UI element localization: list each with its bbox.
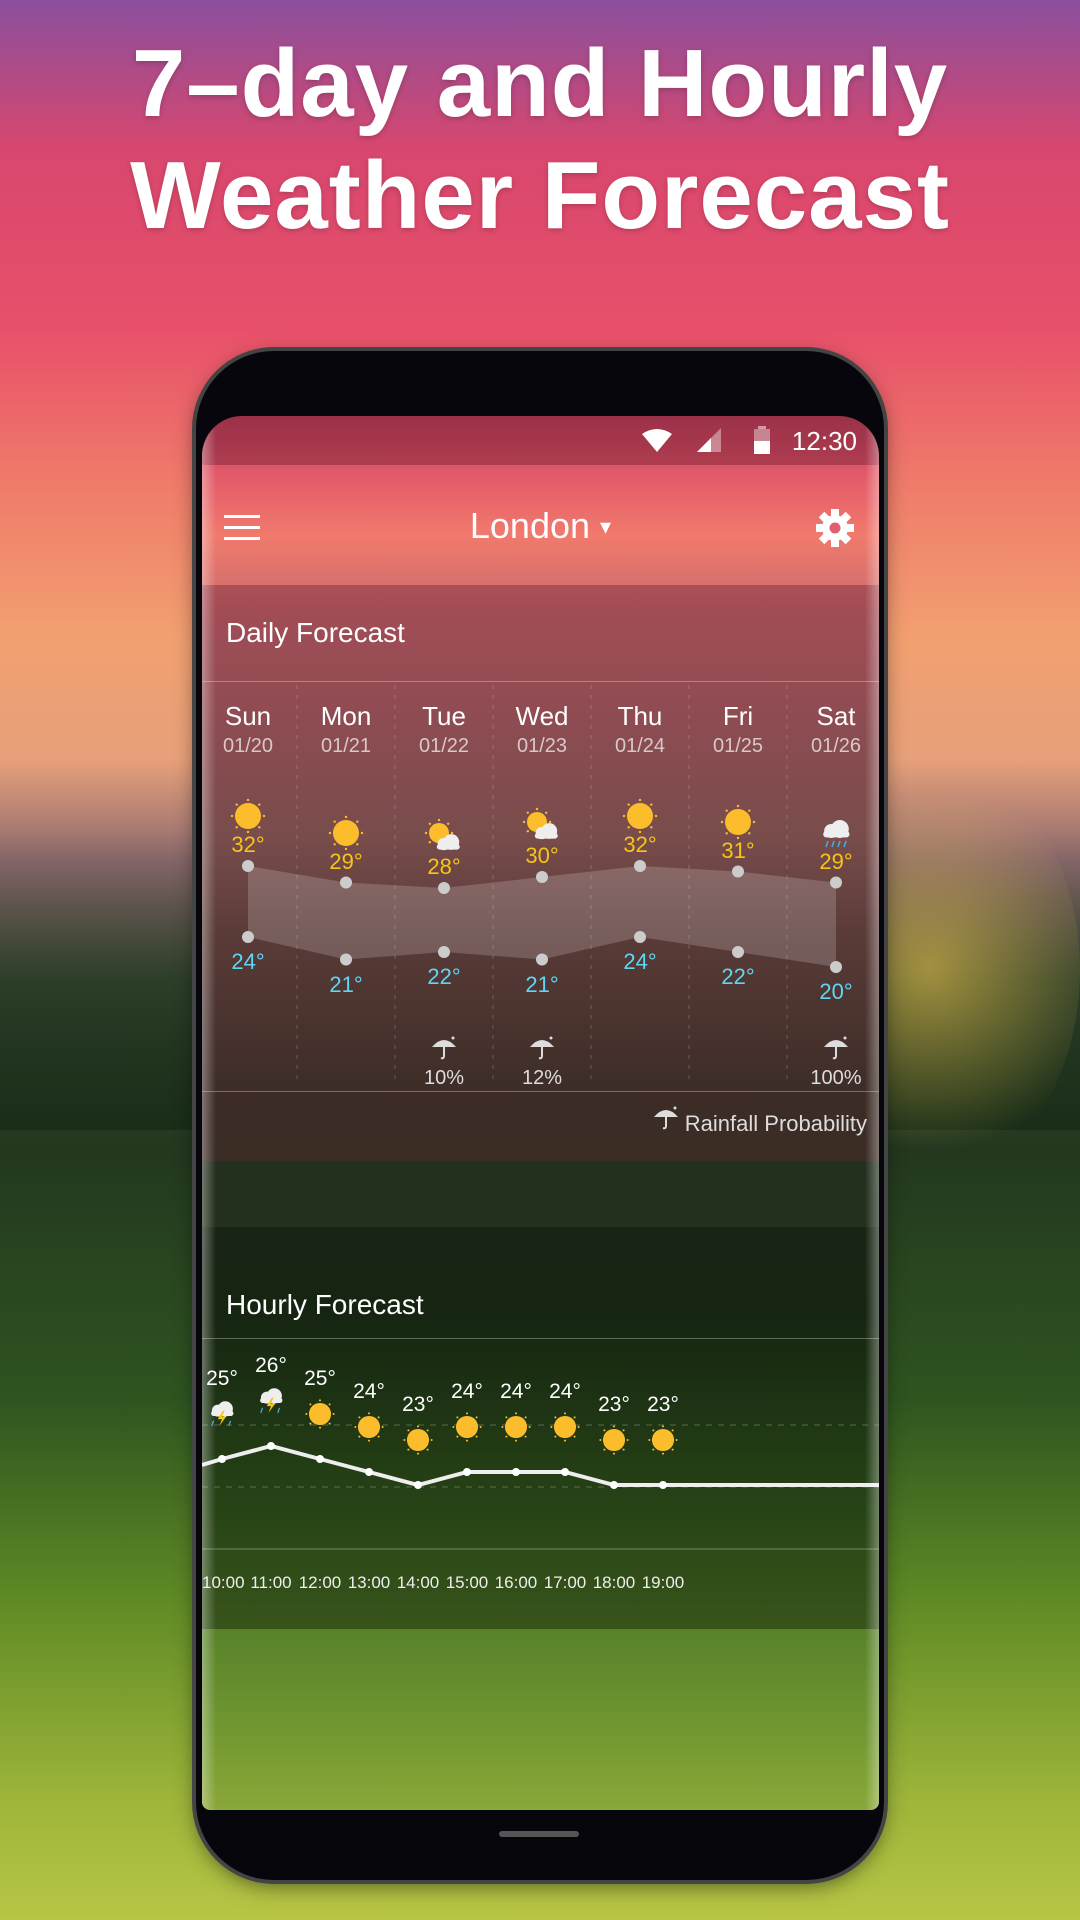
hourly-temp-point bbox=[561, 1468, 569, 1476]
low-temp-point bbox=[536, 953, 548, 966]
phone-screen: 12:30 London ▾ Daily Forecast Sun 01/20 32… bbox=[202, 416, 879, 1810]
legend-label: Rainfall Probability bbox=[684, 1111, 867, 1136]
sunny-icon bbox=[646, 1423, 680, 1462]
hourly-temp-point bbox=[316, 1455, 324, 1463]
sunny-icon bbox=[450, 1410, 484, 1449]
low-temp-point bbox=[732, 946, 744, 958]
screen-edge-right bbox=[865, 416, 879, 1810]
promo-headline: 7–day and Hourly Weather Forecast bbox=[0, 28, 1080, 252]
signal-icon bbox=[697, 428, 721, 452]
hourly-forecast-card: Hourly Forecast 25° 10:00 26° 11:00 25° 12:00… bbox=[202, 1227, 879, 1629]
screen-edge-left bbox=[202, 416, 216, 1810]
hourly-temp-point bbox=[610, 1481, 618, 1489]
hourly-temp-point bbox=[659, 1481, 667, 1489]
hourly-temperature-line bbox=[202, 1443, 879, 1488]
high-temp-point bbox=[732, 865, 744, 878]
high-temp-point bbox=[634, 860, 646, 872]
hourly-temp-point bbox=[463, 1468, 471, 1476]
hourly-time: 19:00 bbox=[641, 1573, 685, 1592]
rainfall-probability-legend: Rainfall Probability bbox=[653, 1105, 867, 1137]
low-temp-point bbox=[340, 953, 352, 966]
low-temp-point bbox=[438, 946, 450, 958]
high-temp-point bbox=[340, 876, 352, 889]
hourly-temp-point bbox=[218, 1455, 226, 1463]
hourly-temp-point bbox=[414, 1481, 422, 1489]
status-time: 12:30 bbox=[791, 426, 857, 456]
divider bbox=[202, 1091, 879, 1092]
low-temp-point bbox=[830, 961, 842, 973]
high-temp-point bbox=[242, 860, 254, 872]
wifi-icon bbox=[642, 429, 672, 452]
card-spacer bbox=[202, 1161, 879, 1227]
headline-line-1: 7–day and Hourly bbox=[131, 30, 949, 137]
daily-forecast-card: Daily Forecast Sun 01/20 32° 24° Mon 01/21 29°… bbox=[202, 585, 879, 1161]
high-temp-point bbox=[438, 882, 450, 894]
high-temp-point bbox=[536, 871, 548, 883]
headline-line-2: Weather Forecast bbox=[130, 142, 950, 249]
hourly-temp-point bbox=[512, 1468, 520, 1476]
hourly-temp: 23° bbox=[647, 1393, 679, 1416]
hourly-temp-point bbox=[267, 1442, 275, 1450]
app-bar: London ▾ bbox=[202, 465, 879, 585]
high-temp-point bbox=[830, 876, 842, 889]
umbrella-icon bbox=[653, 1106, 679, 1136]
city-selector[interactable]: London ▾ bbox=[202, 505, 879, 547]
low-temp-point bbox=[634, 931, 646, 943]
daily-temperature-chart bbox=[242, 685, 842, 1085]
sunny-icon bbox=[401, 1423, 435, 1462]
status-bar: 12:30 bbox=[202, 416, 879, 465]
gear-icon[interactable] bbox=[816, 509, 854, 547]
sunny-icon bbox=[499, 1410, 533, 1449]
hourly-temp-point bbox=[365, 1468, 373, 1476]
home-indicator[interactable] bbox=[499, 1831, 579, 1837]
low-temp-point bbox=[242, 931, 254, 943]
chevron-down-icon: ▾ bbox=[600, 514, 612, 539]
battery-icon bbox=[754, 426, 770, 454]
city-name: London bbox=[469, 505, 591, 546]
sunny-icon bbox=[597, 1423, 631, 1462]
